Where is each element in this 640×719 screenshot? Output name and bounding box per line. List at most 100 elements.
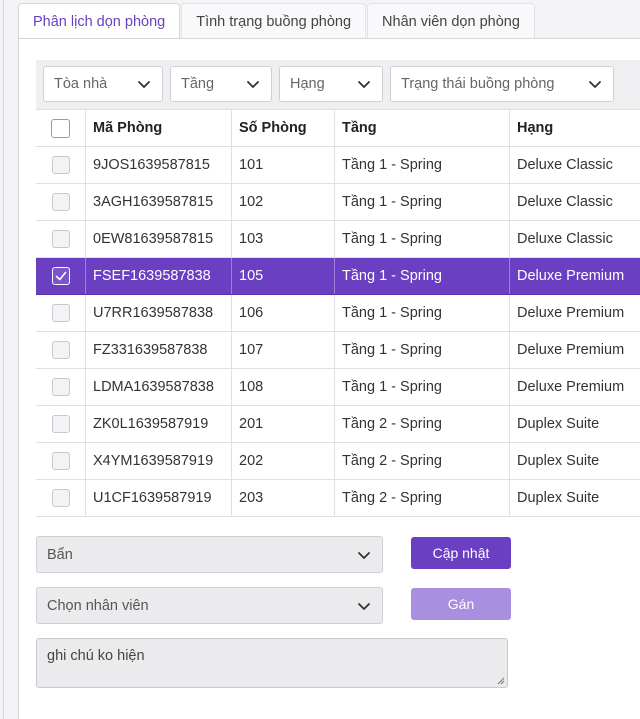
table-row[interactable]: 0EW81639587815 103 Tầng 1 - Spring Deluxe C… (36, 221, 640, 258)
room-number-cell: 102 (231, 184, 334, 220)
row-checkbox[interactable] (51, 378, 70, 396)
row-select-cell (36, 406, 85, 442)
table-header-row: Mã Phòng Số Phòng Tầng Hạng (36, 110, 640, 147)
table-row[interactable]: U1CF1639587919 203 Tầng 2 - Spring Duplex S… (36, 480, 640, 517)
floor-cell: Tầng 1 - Spring (334, 258, 509, 294)
floor-cell: Tầng 2 - Spring (334, 406, 509, 442)
column-header-room-code[interactable]: Mã Phòng (85, 110, 231, 146)
class-cell: Deluxe Classic (509, 221, 640, 257)
row-checkbox[interactable] (51, 230, 70, 248)
table-row[interactable]: FSEF1639587838 105 Tầng 1 - Spring Deluxe P… (36, 258, 640, 295)
row-checkbox[interactable] (51, 341, 70, 359)
table-row[interactable]: X4YM1639587919 202 Tầng 2 - Spring Duplex S… (36, 443, 640, 480)
row-checkbox[interactable] (51, 193, 70, 211)
note-text: ghi chú ko hiện (47, 648, 145, 664)
tab-room-status[interactable]: Tình trạng buồng phòng (181, 3, 367, 39)
floor-cell: Tầng 1 - Spring (334, 295, 509, 331)
building-filter-select[interactable]: Tòa nhà (43, 66, 163, 102)
left-border (3, 0, 4, 719)
room-status-value: Bẩn (47, 546, 73, 563)
room-code-cell: 0EW81639587815 (85, 221, 231, 257)
chevron-down-icon (589, 81, 601, 88)
tab-bar: Phân lịch dọn phòng Tình trạng buồng phò… (18, 3, 536, 39)
room-code-cell: ZK0L1639587919 (85, 406, 231, 442)
resize-handle-icon[interactable] (497, 677, 505, 685)
row-checkbox[interactable] (51, 415, 70, 433)
row-checkbox[interactable] (51, 489, 70, 507)
room-code-cell: LDMA1639587838 (85, 369, 231, 405)
room-number-cell: 105 (231, 258, 334, 294)
assign-button[interactable]: Gán (411, 588, 511, 620)
class-filter-select[interactable]: Hạng (279, 66, 383, 102)
table-row[interactable]: U7RR1639587838 106 Tầng 1 - Spring Deluxe P… (36, 295, 640, 332)
chevron-down-icon (358, 602, 370, 610)
table-row[interactable]: 3AGH1639587815 102 Tầng 1 - Spring Deluxe C… (36, 184, 640, 221)
building-filter-label: Tòa nhà (54, 76, 108, 92)
room-status-select[interactable]: Bẩn (36, 536, 383, 573)
update-button[interactable]: Cập nhật (411, 537, 511, 569)
room-number-cell: 201 (231, 406, 334, 442)
room-number-cell: 101 (231, 147, 334, 183)
room-code-cell: FSEF1639587838 (85, 258, 231, 294)
row-select-cell (36, 295, 85, 331)
floor-cell: Tầng 1 - Spring (334, 332, 509, 368)
row-select-cell (36, 221, 85, 257)
staff-select-value: Chọn nhân viên (47, 597, 149, 614)
floor-cell: Tầng 1 - Spring (334, 147, 509, 183)
row-select-cell (36, 332, 85, 368)
room-code-cell: X4YM1639587919 (85, 443, 231, 479)
row-select-cell (36, 480, 85, 516)
column-header-floor[interactable]: Tầng (334, 110, 509, 146)
row-select-cell (36, 147, 85, 183)
room-number-cell: 106 (231, 295, 334, 331)
class-filter-label: Hạng (290, 76, 325, 92)
class-cell: Deluxe Classic (509, 147, 640, 183)
table-row[interactable]: FZ331639587838 107 Tầng 1 - Spring Deluxe P… (36, 332, 640, 369)
room-status-filter-select[interactable]: Trạng thái buồng phòng (390, 66, 614, 102)
table-row[interactable]: ZK0L1639587919 201 Tầng 2 - Spring Duplex S… (36, 406, 640, 443)
class-cell: Duplex Suite (509, 406, 640, 442)
floor-cell: Tầng 2 - Spring (334, 480, 509, 516)
room-number-cell: 202 (231, 443, 334, 479)
room-code-cell: FZ331639587838 (85, 332, 231, 368)
row-checkbox[interactable] (51, 267, 70, 285)
row-checkbox[interactable] (51, 304, 70, 322)
room-code-cell: 3AGH1639587815 (85, 184, 231, 220)
room-number-cell: 203 (231, 480, 334, 516)
row-select-cell (36, 443, 85, 479)
select-all-checkbox[interactable] (51, 118, 70, 138)
staff-select[interactable]: Chọn nhân viên (36, 587, 383, 624)
room-code-cell: U7RR1639587838 (85, 295, 231, 331)
floor-filter-label: Tầng (181, 76, 215, 92)
room-code-cell: 9JOS1639587815 (85, 147, 231, 183)
row-select-cell (36, 258, 85, 294)
tab-cleaning-staff[interactable]: Nhân viên dọn phòng (367, 3, 535, 39)
floor-filter-select[interactable]: Tầng (170, 66, 272, 102)
table-row[interactable]: LDMA1639587838 108 Tầng 1 - Spring Deluxe P… (36, 369, 640, 406)
floor-cell: Tầng 2 - Spring (334, 443, 509, 479)
column-header-room-number[interactable]: Số Phòng (231, 110, 334, 146)
floor-cell: Tầng 1 - Spring (334, 184, 509, 220)
row-checkbox[interactable] (51, 452, 70, 470)
note-textarea[interactable]: ghi chú ko hiện (36, 638, 508, 688)
row-select-cell (36, 184, 85, 220)
chevron-down-icon (358, 551, 370, 559)
room-number-cell: 103 (231, 221, 334, 257)
floor-cell: Tầng 1 - Spring (334, 221, 509, 257)
class-cell: Deluxe Classic (509, 184, 640, 220)
column-header-class[interactable]: Hạng (509, 110, 640, 146)
row-select-cell (36, 369, 85, 405)
class-cell: Duplex Suite (509, 480, 640, 516)
table-row[interactable]: 9JOS1639587815 101 Tầng 1 - Spring Deluxe C… (36, 147, 640, 184)
room-code-cell: U1CF1639587919 (85, 480, 231, 516)
class-cell: Deluxe Premium (509, 295, 640, 331)
select-all-cell (36, 110, 85, 146)
row-checkbox[interactable] (51, 156, 70, 174)
class-cell: Deluxe Premium (509, 369, 640, 405)
floor-cell: Tầng 1 - Spring (334, 369, 509, 405)
chevron-down-icon (138, 81, 150, 88)
chevron-down-icon (247, 81, 259, 88)
class-cell: Duplex Suite (509, 443, 640, 479)
tab-room-cleaning-schedule[interactable]: Phân lịch dọn phòng (18, 3, 181, 39)
room-number-cell: 107 (231, 332, 334, 368)
